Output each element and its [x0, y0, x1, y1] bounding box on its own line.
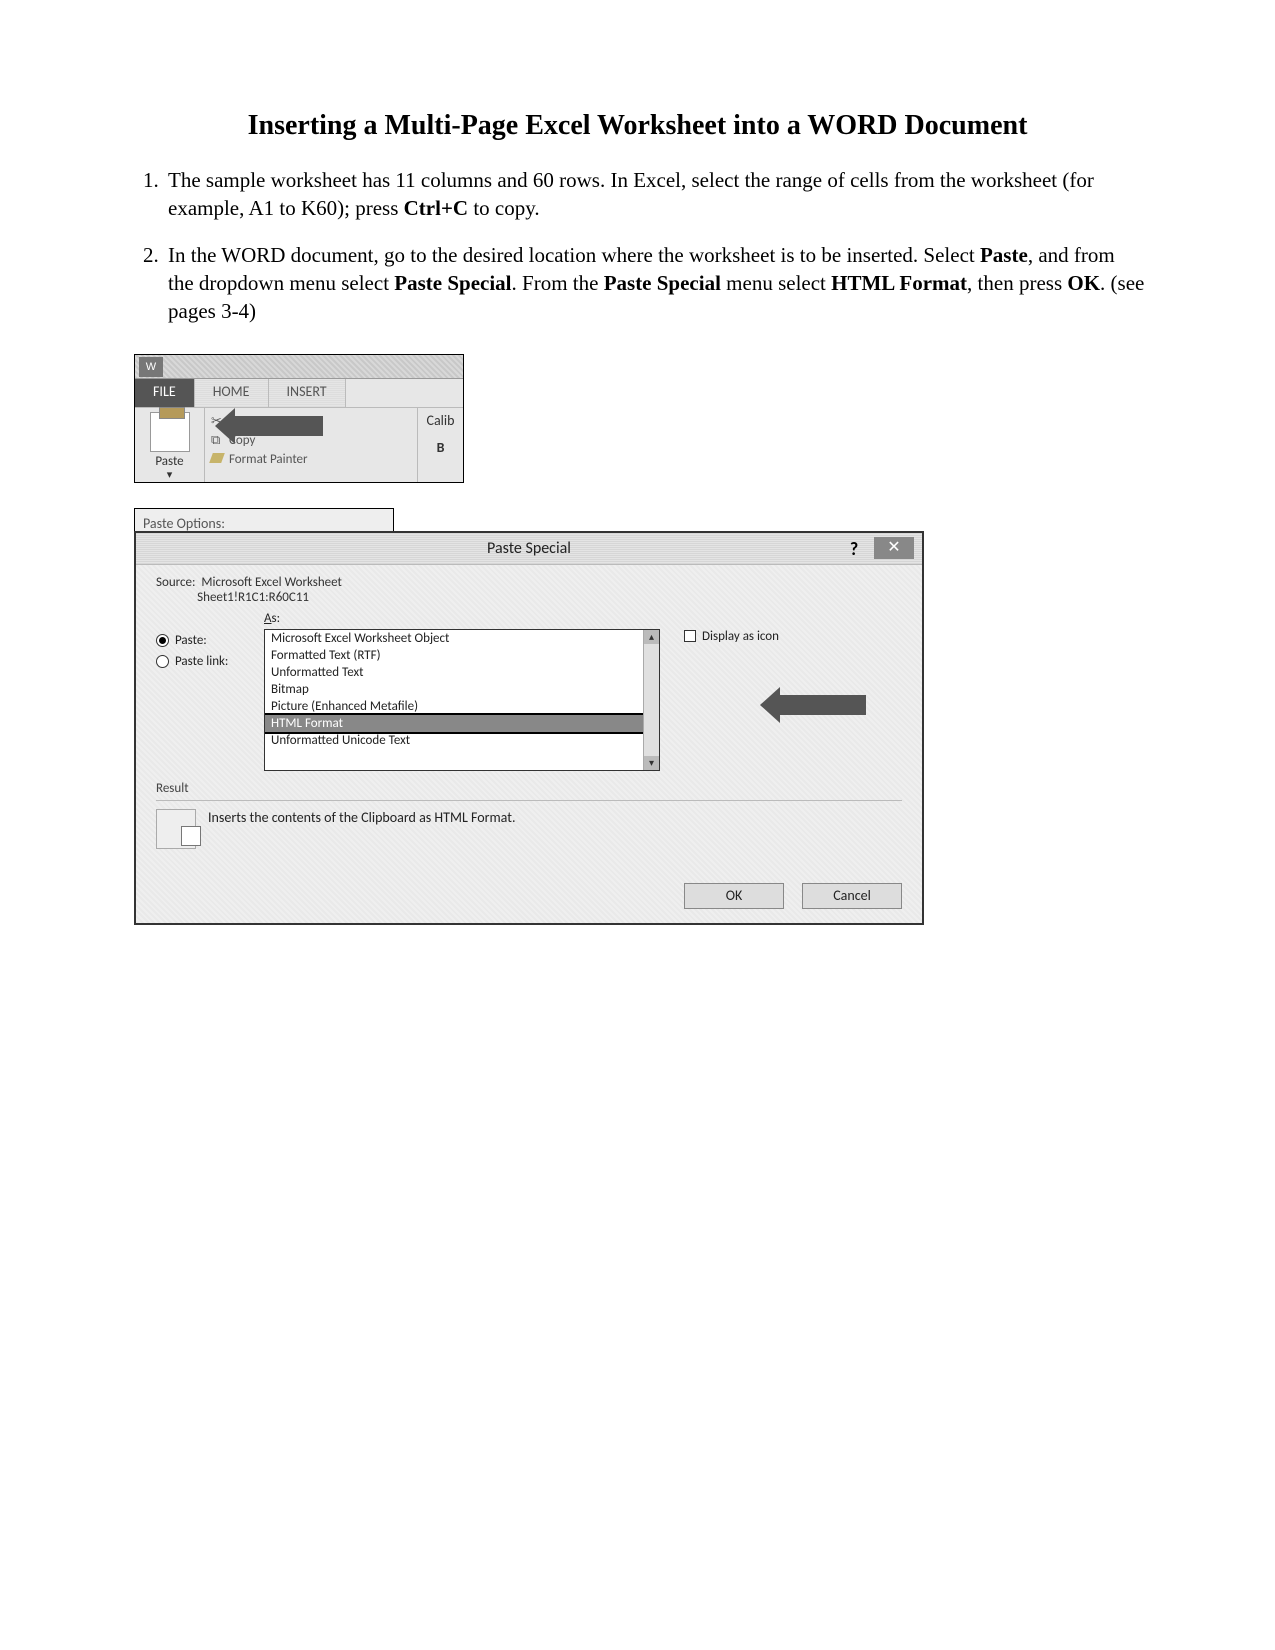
list-item[interactable]: Formatted Text (RTF) — [265, 647, 659, 664]
font-name-preview: Calib — [427, 412, 455, 429]
list-item[interactable]: Microsoft Excel Worksheet Object — [265, 630, 659, 647]
page-title: Inserting a Multi-Page Excel Worksheet i… — [130, 110, 1145, 142]
instruction-list: The sample worksheet has 11 columns and … — [130, 166, 1145, 326]
dialog-titlebar: Paste Special ? ✕ — [136, 533, 922, 565]
as-listbox[interactable]: Microsoft Excel Worksheet Object Formatt… — [264, 629, 660, 771]
paste-radio[interactable]: Paste: — [156, 633, 228, 648]
source-value-2: Sheet1!R1C1:R60C11 — [197, 590, 309, 605]
cancel-button[interactable]: Cancel — [802, 883, 902, 909]
tab-home[interactable]: HOME — [195, 379, 269, 407]
clipboard-result-icon — [156, 809, 196, 849]
window-titlebar: W — [135, 355, 463, 379]
scroll-up-button[interactable]: ▴ — [644, 630, 659, 644]
list-item[interactable]: Bitmap — [265, 681, 659, 698]
radio-selected-icon — [156, 634, 169, 647]
scroll-down-button[interactable]: ▾ — [644, 756, 659, 770]
list-item[interactable]: Unformatted Unicode Text — [265, 732, 659, 749]
tab-file[interactable]: FILE — [135, 379, 195, 407]
paste-options-label: Paste Options: — [143, 515, 385, 532]
ok-button[interactable]: OK — [684, 883, 784, 909]
result-label: Result — [156, 781, 902, 796]
display-as-icon-checkbox[interactable] — [684, 630, 696, 642]
step-2: In the WORD document, go to the desired … — [164, 241, 1145, 326]
list-item-selected[interactable]: HTML Format — [264, 713, 660, 734]
result-text: Inserts the contents of the Clipboard as… — [208, 809, 515, 826]
step-1: The sample worksheet has 11 columns and … — [164, 166, 1145, 223]
display-as-icon-label: Display as icon — [702, 629, 779, 644]
pointer-arrow-icon — [778, 695, 866, 715]
figure-ribbon: W FILE HOME INSERT Paste ▾ ✂ Cut — [134, 354, 514, 483]
as-label: As: — [264, 611, 280, 626]
paste-button[interactable]: Paste — [137, 454, 202, 469]
source-label: Source: — [156, 575, 195, 590]
bold-button[interactable]: B — [437, 439, 445, 456]
paste-icon[interactable] — [150, 412, 190, 452]
radio-icon — [156, 655, 169, 668]
tab-insert[interactable]: INSERT — [269, 379, 346, 407]
paste-dropdown-arrow[interactable]: ▾ — [137, 469, 202, 480]
paste-special-dialog: Paste Special ? ✕ Source: Microsoft Exce… — [134, 531, 924, 925]
scrollbar[interactable]: ▴ ▾ — [643, 630, 659, 770]
help-button[interactable]: ? — [842, 533, 866, 565]
format-painter-button[interactable]: Format Painter — [211, 450, 413, 469]
source-value-1: Microsoft Excel Worksheet — [201, 575, 342, 590]
close-button[interactable]: ✕ — [874, 537, 914, 559]
paste-link-radio[interactable]: Paste link: — [156, 654, 228, 669]
pointer-arrow-icon — [233, 416, 323, 436]
list-item[interactable]: Unformatted Text — [265, 664, 659, 681]
word-app-icon: W — [139, 357, 163, 377]
